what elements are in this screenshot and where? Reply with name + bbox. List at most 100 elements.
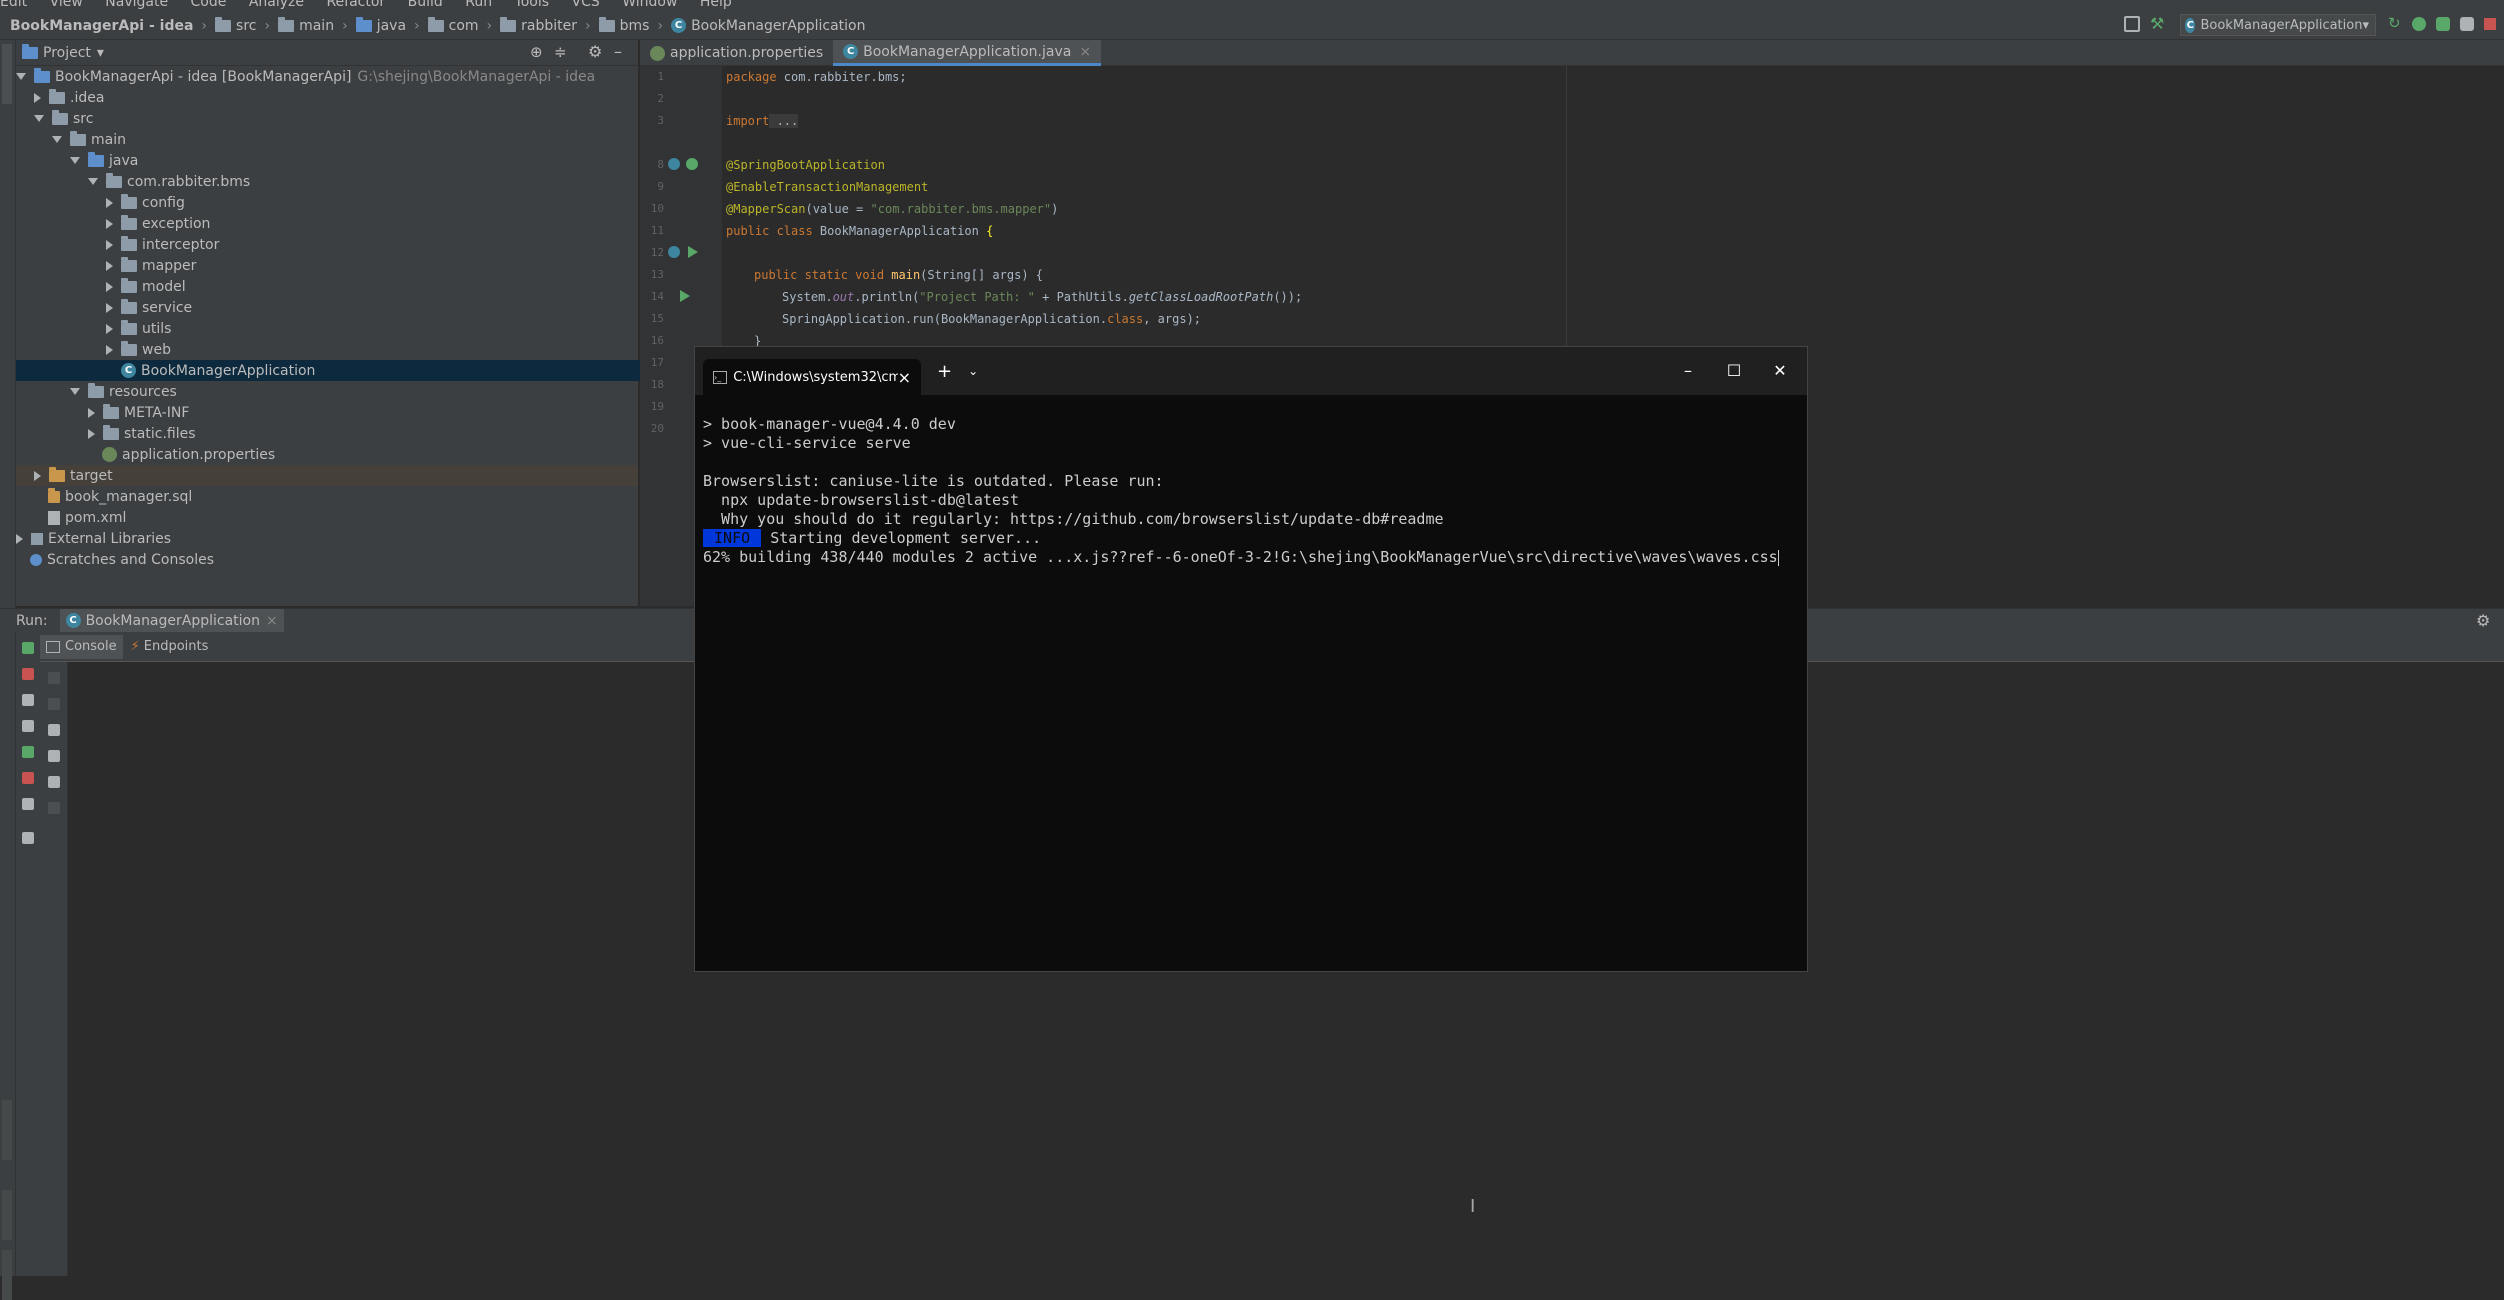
- spring-icon[interactable]: [686, 158, 698, 170]
- menu-analyze[interactable]: Analyze: [249, 0, 304, 10]
- tree-node-idea[interactable]: .idea: [34, 87, 104, 108]
- down-arrow-icon[interactable]: [48, 698, 60, 710]
- minimize-icon[interactable]: –: [1665, 353, 1711, 389]
- tree-node-service[interactable]: service: [106, 297, 192, 318]
- pause-icon[interactable]: [22, 694, 34, 706]
- bean-icon[interactable]: [668, 246, 680, 258]
- coverage-icon[interactable]: [2436, 17, 2450, 31]
- gear-icon[interactable]: ⚙: [2476, 611, 2490, 630]
- breadcrumb-java[interactable]: java ›: [355, 16, 428, 34]
- tree-node-static-files[interactable]: static.files: [88, 423, 196, 444]
- gear-icon[interactable]: ⚙: [588, 42, 602, 61]
- run-config-dropdown[interactable]: C BookManagerApplication ▾: [2180, 14, 2376, 36]
- profile-icon[interactable]: [2460, 17, 2474, 31]
- chevron-down-icon[interactable]: ▾: [97, 45, 104, 61]
- menu-refactor[interactable]: Refactor: [326, 0, 385, 10]
- breadcrumb-class[interactable]: C BookManagerApplication: [671, 18, 866, 34]
- stop-icon[interactable]: [2484, 18, 2496, 30]
- bean-icon[interactable]: [668, 158, 680, 170]
- collapse-all-icon[interactable]: ≑: [554, 43, 567, 61]
- tree-node-src[interactable]: src: [34, 108, 93, 129]
- print-icon[interactable]: [48, 776, 60, 788]
- tree-node-target[interactable]: target: [16, 465, 638, 486]
- tree-node-interceptor[interactable]: interceptor: [106, 234, 219, 255]
- rerun-icon[interactable]: [22, 642, 34, 654]
- tree-node-web[interactable]: web: [106, 339, 171, 360]
- tree-node-main-class[interactable]: C BookManagerApplication: [16, 360, 743, 381]
- tab-endpoints[interactable]: ⚡ Endpoints: [123, 635, 217, 659]
- terminal-tab[interactable]: ›_ C:\Windows\system32\cmd.e ×: [703, 359, 921, 395]
- tree-node-resources[interactable]: resources: [70, 381, 177, 402]
- stop-icon[interactable]: [22, 668, 34, 680]
- close-icon[interactable]: ×: [898, 368, 911, 387]
- run-gutter-icon[interactable]: [680, 290, 690, 302]
- new-tab-icon[interactable]: +: [937, 361, 952, 382]
- rerun-icon[interactable]: ↻: [2388, 14, 2401, 32]
- debug-icon[interactable]: [2412, 17, 2426, 31]
- project-tool-window-button[interactable]: [2, 44, 12, 104]
- maximize-icon[interactable]: ☐: [1711, 353, 1757, 389]
- menu-navigate[interactable]: Navigate: [105, 0, 168, 10]
- breadcrumb-rabbiter[interactable]: rabbiter ›: [500, 16, 598, 34]
- breadcrumb-bms[interactable]: bms ›: [598, 16, 671, 34]
- menu-vcs[interactable]: VCS: [572, 0, 600, 10]
- soft-wrap-icon[interactable]: [48, 724, 60, 736]
- tree-node-external-libraries[interactable]: External Libraries: [16, 528, 171, 549]
- camera-icon[interactable]: [22, 720, 34, 732]
- tree-node-package[interactable]: com.rabbiter.bms: [88, 171, 250, 192]
- chevron-right-icon: [106, 260, 113, 271]
- tree-node-meta-inf[interactable]: META-INF: [88, 402, 189, 423]
- line-number: 2: [657, 92, 664, 105]
- locate-icon[interactable]: ⊕: [530, 43, 543, 61]
- breadcrumb-com[interactable]: com ›: [427, 16, 501, 34]
- menu-help[interactable]: Help: [700, 0, 732, 10]
- chevron-down-icon: [70, 157, 80, 164]
- tab-console[interactable]: Console: [40, 634, 123, 659]
- tree-node-config[interactable]: config: [106, 192, 185, 213]
- close-window-icon[interactable]: ✕: [1757, 353, 1803, 389]
- update-icon[interactable]: [22, 746, 34, 758]
- tree-node-root[interactable]: BookManagerApi - idea [BookManagerApi] G:…: [16, 66, 595, 87]
- minimize-icon[interactable]: –: [614, 42, 622, 61]
- scroll-to-end-icon[interactable]: [48, 750, 60, 762]
- tree-node-exception[interactable]: exception: [106, 213, 210, 234]
- chevron-down-icon[interactable]: ⌄: [968, 364, 978, 378]
- tree-node-model[interactable]: model: [106, 276, 186, 297]
- tree-node-sql[interactable]: book_manager.sql: [48, 486, 192, 507]
- trash-icon[interactable]: [48, 802, 60, 814]
- breadcrumb-main[interactable]: main ›: [278, 16, 356, 34]
- tab-bookmanagerapplication-java[interactable]: C BookManagerApplication.java ×: [833, 40, 1102, 66]
- tree-node-app-properties[interactable]: application.properties: [102, 444, 275, 465]
- run-gutter-icon[interactable]: [688, 246, 698, 258]
- menu-window[interactable]: Window: [622, 0, 677, 10]
- run-config-tab[interactable]: C BookManagerApplication ×: [59, 608, 284, 633]
- breadcrumb-src[interactable]: src ›: [215, 16, 278, 34]
- web-tool-window-button[interactable]: [2, 1190, 12, 1240]
- tree-node-mapper[interactable]: mapper: [106, 255, 196, 276]
- favorites-tool-window-button[interactable]: [2, 1100, 12, 1160]
- menu-run[interactable]: Run: [465, 0, 492, 10]
- pin-icon[interactable]: [22, 832, 34, 844]
- menu-edit[interactable]: Edit: [0, 0, 27, 10]
- tree-node-java[interactable]: java: [70, 150, 138, 171]
- layout-icon[interactable]: [2124, 16, 2140, 32]
- tree-node-pom[interactable]: pom.xml: [48, 507, 126, 528]
- layout-icon[interactable]: [22, 798, 34, 810]
- tree-node-scratches[interactable]: Scratches and Consoles: [30, 549, 214, 570]
- menu-code[interactable]: Code: [191, 0, 227, 10]
- breadcrumb-project[interactable]: BookManagerApi - idea ›: [10, 18, 215, 34]
- up-arrow-icon[interactable]: [48, 672, 60, 684]
- structure-tool-window-button[interactable]: [2, 1250, 12, 1300]
- close-icon[interactable]: ×: [1079, 44, 1091, 60]
- menu-view[interactable]: View: [50, 0, 83, 10]
- close-icon[interactable]: ×: [266, 613, 278, 629]
- terminal-window[interactable]: ›_ C:\Windows\system32\cmd.e × + ⌄ – ☐ ✕…: [694, 346, 1808, 972]
- tree-node-main[interactable]: main: [52, 129, 126, 150]
- menu-tools[interactable]: Tools: [515, 0, 550, 10]
- menu-build[interactable]: Build: [408, 0, 443, 10]
- tab-application-properties[interactable]: application.properties: [640, 40, 833, 66]
- exit-icon[interactable]: [22, 772, 34, 784]
- project-panel-title[interactable]: Project: [43, 45, 91, 61]
- tree-node-utils[interactable]: utils: [106, 318, 171, 339]
- build-hammer-icon[interactable]: ⚒: [2150, 14, 2164, 33]
